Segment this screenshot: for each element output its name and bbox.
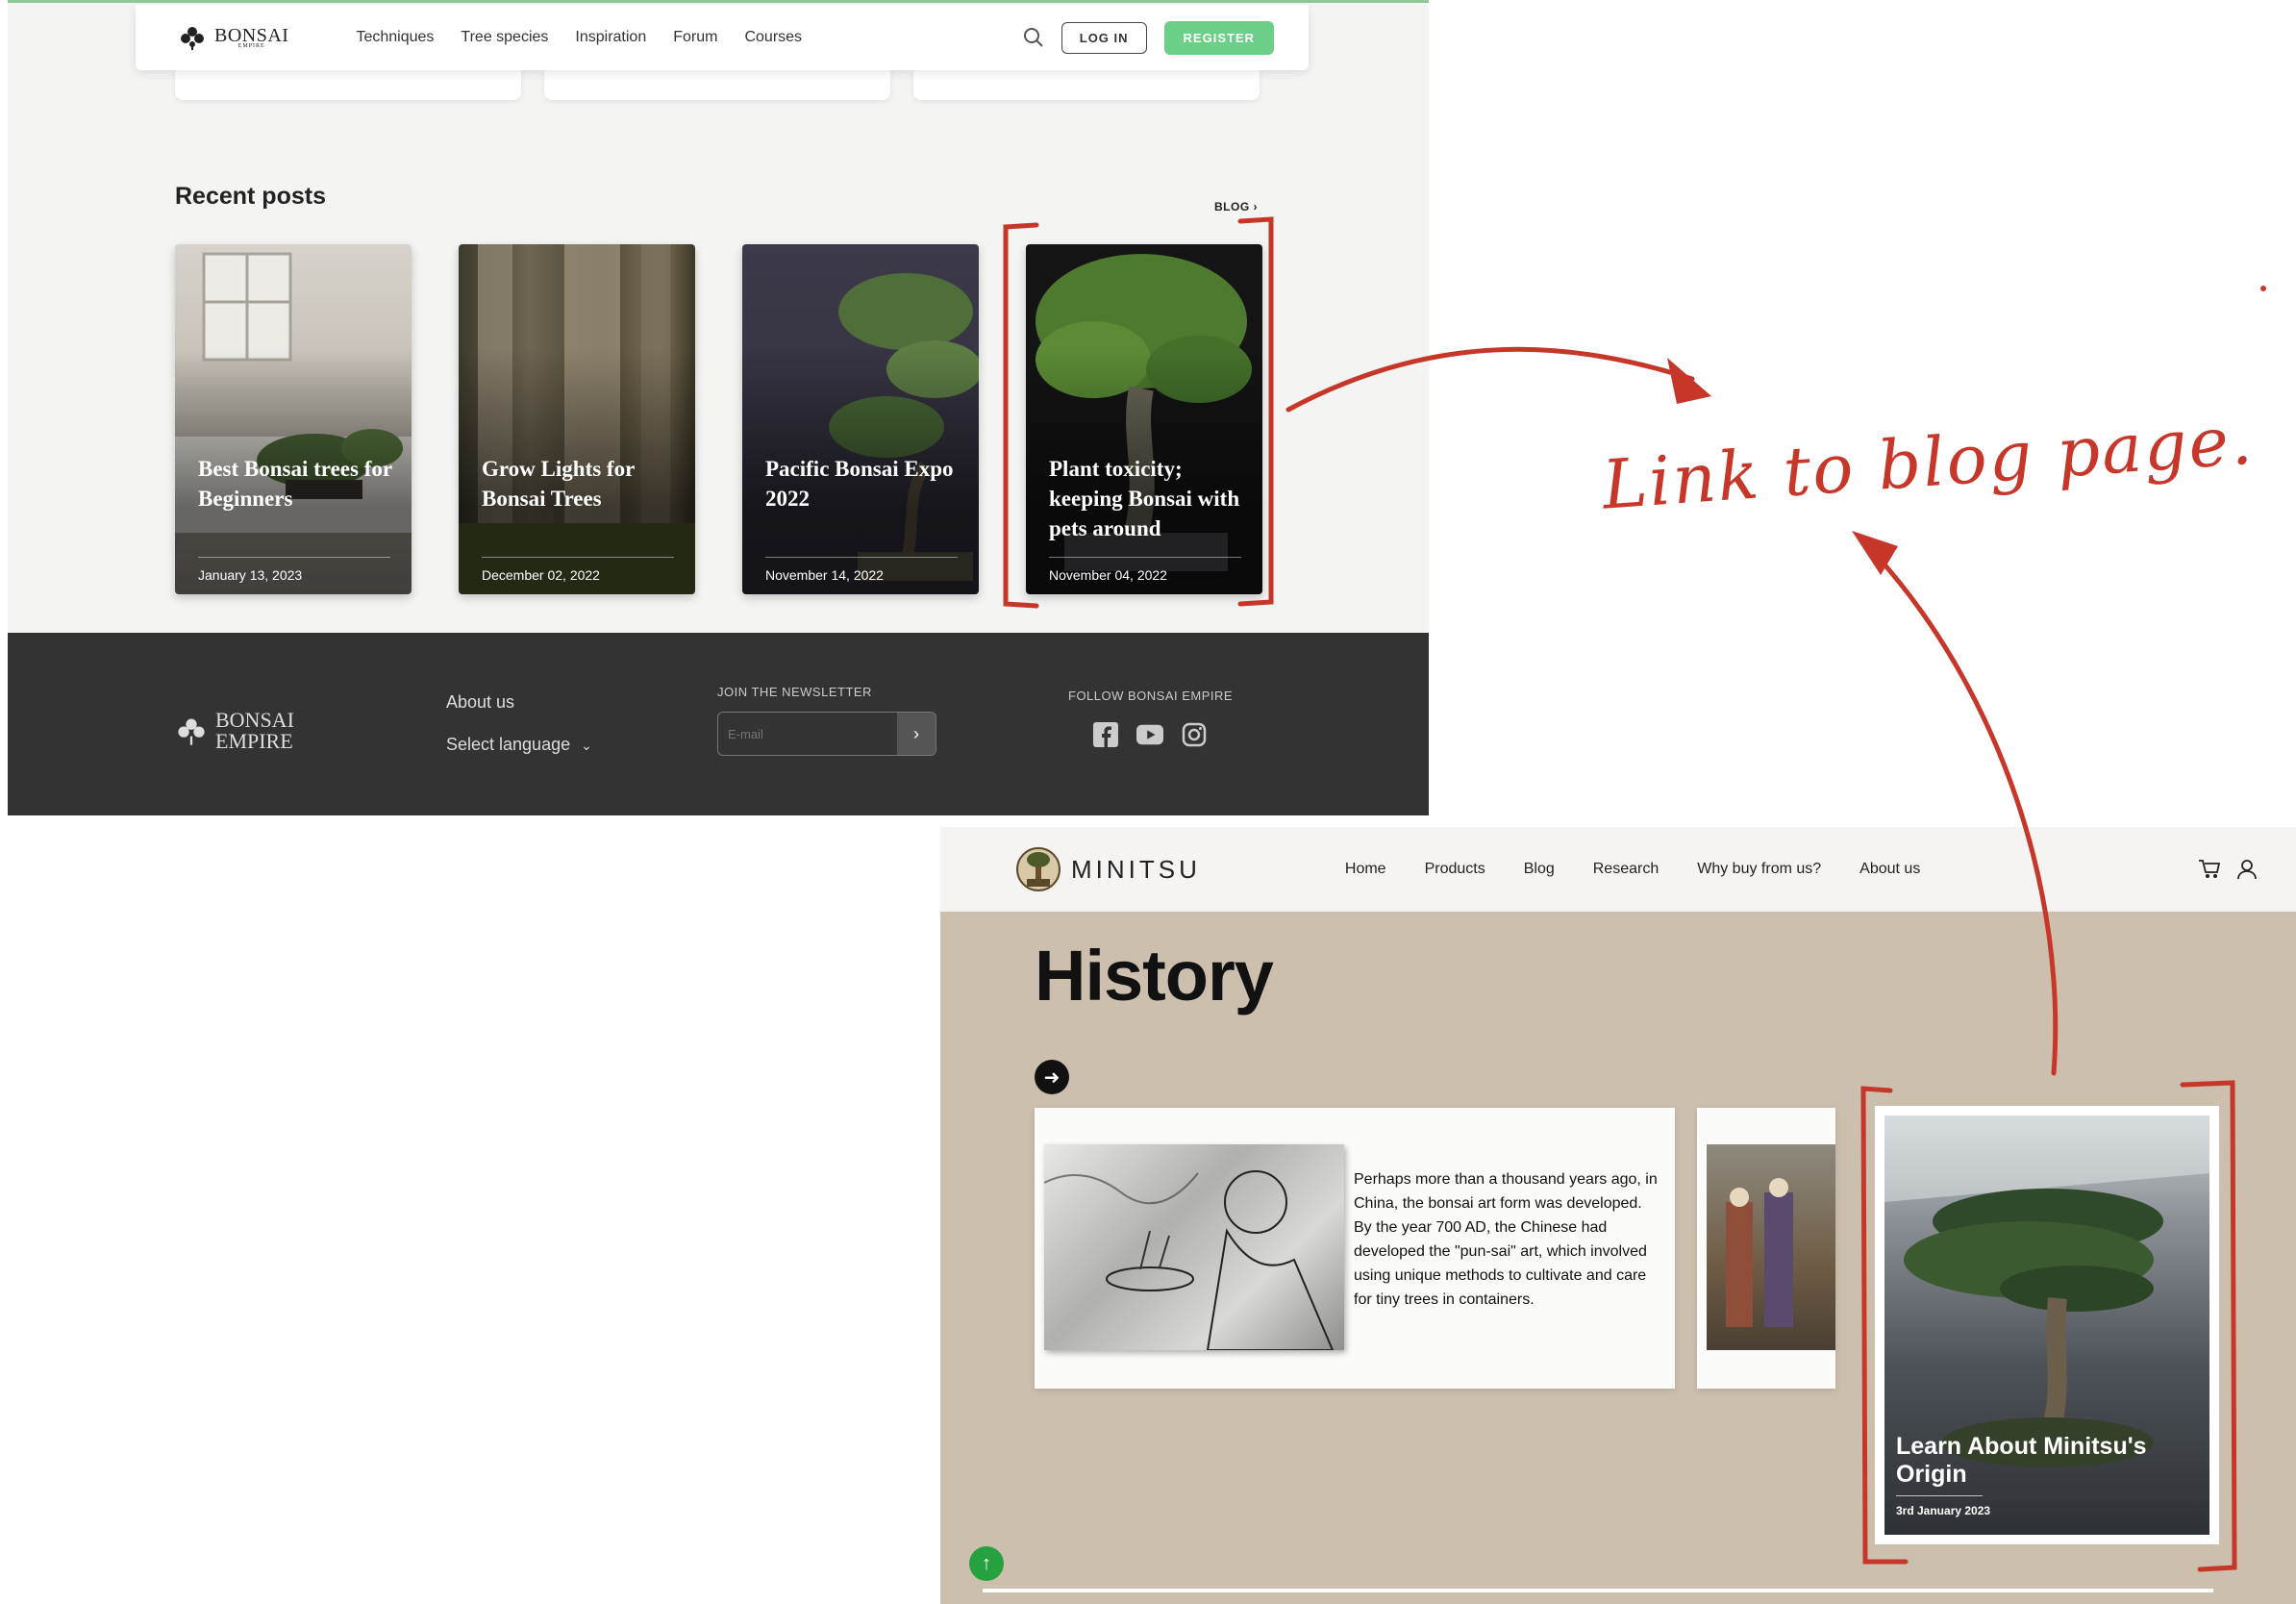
history-card: [1697, 1108, 1835, 1389]
carousel-next-button[interactable]: ➜: [1035, 1060, 1069, 1094]
history-image: [1707, 1144, 1835, 1350]
post-card[interactable]: Best Bonsai trees for Beginners January …: [175, 244, 412, 594]
footer-about-link[interactable]: About us: [446, 692, 514, 713]
post-title: Plant toxicity; keeping Bonsai with pets…: [1049, 457, 1240, 540]
minitsu-navbar: MINITSU Home Products Blog Research Why …: [940, 827, 2296, 912]
footer-logo-name: BONSAI: [215, 708, 294, 732]
youtube-icon[interactable]: [1136, 721, 1163, 748]
chevron-right-icon: ›: [913, 723, 919, 743]
post-date: December 02, 2022: [482, 567, 600, 583]
stray-mark: [2260, 286, 2266, 291]
page-title: History: [1035, 936, 1274, 1015]
email-field[interactable]: [718, 713, 897, 755]
facebook-icon[interactable]: [1092, 721, 1119, 748]
history-text: Perhaps more than a thousand years ago, …: [1354, 1171, 1658, 1308]
post-title: Grow Lights for Bonsai Trees: [482, 457, 635, 511]
blog-link-label: BLOG: [1214, 200, 1250, 213]
recent-posts-heading: Recent posts: [175, 183, 326, 210]
post-title: Pacific Bonsai Expo 2022: [765, 457, 954, 511]
post-card[interactable]: Grow Lights for Bonsai Trees December 02…: [459, 244, 695, 594]
nav-blog[interactable]: Blog: [1524, 861, 1555, 878]
bonsai-navbar: BONSAI EMPIRE Techniques Tree species In…: [136, 5, 1309, 70]
login-button[interactable]: LOG IN: [1061, 21, 1147, 54]
post-date: November 14, 2022: [765, 567, 884, 583]
bonsai-logo-icon: [181, 27, 204, 50]
post-date: January 13, 2023: [198, 567, 303, 583]
minitsu-menu: Home Products Blog Research Why buy from…: [1345, 861, 1920, 878]
nav-why-buy[interactable]: Why buy from us?: [1697, 861, 1821, 878]
arrowhead: [1852, 531, 1898, 575]
footer-logo[interactable]: BONSAI EMPIRE: [175, 710, 294, 752]
register-button[interactable]: REGISTER: [1163, 20, 1274, 55]
newsletter-label: JOIN THE NEWSLETTER: [717, 685, 872, 699]
bonsai-logo-icon: [178, 718, 205, 745]
history-card: Perhaps more than a thousand years ago, …: [1035, 1108, 1675, 1389]
bonsai-logo[interactable]: BONSAI EMPIRE: [178, 25, 288, 50]
chevron-down-icon: ⌄: [581, 738, 592, 753]
search-icon[interactable]: [1023, 27, 1044, 48]
arrow-up-icon: ↑: [982, 1552, 991, 1574]
language-select-label: Select language: [446, 735, 571, 754]
user-icon[interactable]: [2236, 859, 2258, 880]
minitsu-logo-text: MINITSU: [1071, 854, 1201, 884]
arrowhead: [1667, 358, 1711, 404]
bottom-divider: [983, 1589, 2213, 1592]
newsletter-form: ›: [717, 712, 936, 756]
nav-about-us[interactable]: About us: [1859, 861, 1920, 878]
minitsu-screenshot: MINITSU Home Products Blog Research Why …: [940, 827, 2296, 1604]
nav-inspiration[interactable]: Inspiration: [575, 29, 646, 46]
bonsai-footer: BONSAI EMPIRE About us Select language ⌄…: [8, 633, 1429, 815]
nav-home[interactable]: Home: [1345, 861, 1386, 878]
blog-link[interactable]: BLOG ›: [1214, 200, 1258, 213]
language-select[interactable]: Select language ⌄: [446, 735, 592, 755]
blog-post-card[interactable]: Learn About Minitsu's Origin 3rd January…: [1875, 1106, 2219, 1544]
arrow-right-icon: ➜: [1043, 1066, 1061, 1089]
follow-label: FOLLOW BONSAI EMPIRE: [1068, 689, 1234, 703]
social-links: [1092, 721, 1208, 748]
blog-post-title: Learn About Minitsu's Origin: [1896, 1433, 2147, 1488]
blog-post-image: Learn About Minitsu's Origin 3rd January…: [1884, 1115, 2209, 1535]
chevron-right-icon: ›: [1253, 200, 1259, 213]
footer-logo-sub: EMPIRE: [215, 729, 293, 753]
post-card[interactable]: Plant toxicity; keeping Bonsai with pets…: [1026, 244, 1262, 594]
post-title: Best Bonsai trees for Beginners: [198, 457, 392, 511]
top-accent-line: [8, 0, 1429, 3]
nav-products[interactable]: Products: [1425, 861, 1485, 878]
nav-tree-species[interactable]: Tree species: [461, 29, 548, 46]
nav-techniques[interactable]: Techniques: [356, 29, 434, 46]
nav-courses[interactable]: Courses: [744, 29, 802, 46]
post-card[interactable]: Pacific Bonsai Expo 2022 November 14, 20…: [742, 244, 979, 594]
scroll-to-top-button[interactable]: ↑: [969, 1546, 1004, 1581]
nav-forum[interactable]: Forum: [673, 29, 717, 46]
blog-post-date: 3rd January 2023: [1896, 1504, 1991, 1517]
bonsai-empire-screenshot: BONSAI EMPIRE Techniques Tree species In…: [8, 0, 1429, 815]
minitsu-logo[interactable]: MINITSU: [1015, 840, 1201, 898]
nav-research[interactable]: Research: [1593, 861, 1659, 878]
instagram-icon[interactable]: [1181, 721, 1208, 748]
bonsai-menu: Techniques Tree species Inspiration Foru…: [356, 29, 802, 46]
annotation-text: Link to blog page.: [1599, 400, 2257, 525]
minitsu-logo-icon: [1016, 847, 1061, 891]
bonsai-logo-sub: EMPIRE: [237, 43, 265, 49]
bonsai-logo-name: BONSAI: [214, 25, 289, 46]
post-date: November 04, 2022: [1049, 567, 1167, 583]
cart-icon[interactable]: [2198, 859, 2221, 880]
newsletter-submit-button[interactable]: ›: [897, 713, 936, 755]
history-image: [1044, 1144, 1344, 1350]
